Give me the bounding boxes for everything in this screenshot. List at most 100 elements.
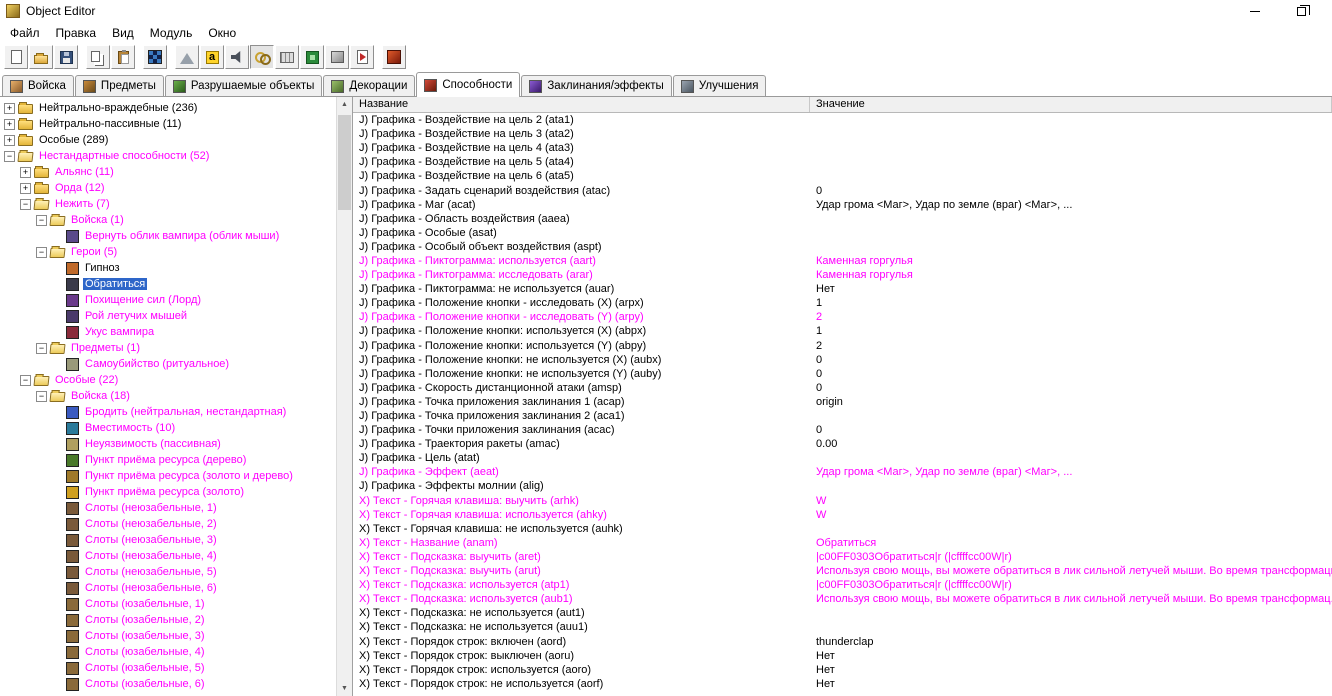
table-row[interactable]: J) Графика - Положение кнопки: используе… <box>353 324 1332 338</box>
expand-toggle[interactable]: + <box>4 134 15 146</box>
tree-item[interactable]: Вернуть облик вампира (облик мыши) <box>0 228 336 244</box>
tree-item[interactable]: Обратиться <box>0 276 336 292</box>
tree-item[interactable]: + Нейтрально-пассивные (11) <box>0 116 336 132</box>
tree-item[interactable]: Пункт приёма ресурса (золото) <box>0 484 336 500</box>
table-row[interactable]: J) Графика - Точка приложения заклинания… <box>353 395 1332 409</box>
table-row[interactable]: X) Текст - Горячая клавиша: не используе… <box>353 522 1332 536</box>
tab-units[interactable]: Войска <box>2 75 74 96</box>
table-row[interactable]: J) Графика - Скорость дистанционной атак… <box>353 381 1332 395</box>
new-map-button[interactable] <box>4 45 28 69</box>
tab-abilities[interactable]: Способности <box>416 72 521 97</box>
menu-module[interactable]: Модуль <box>142 24 201 42</box>
paste-button[interactable] <box>111 45 135 69</box>
table-row[interactable]: J) Графика - Эффект (aeat) Удар грома <Ма… <box>353 465 1332 479</box>
tree-item[interactable]: − Особые (22) <box>0 372 336 388</box>
table-row[interactable]: X) Текст - Горячая клавиша: используется… <box>353 508 1332 522</box>
tree-item[interactable]: Слоты (юзабельные, 3) <box>0 628 336 644</box>
object-editor-button[interactable] <box>250 45 274 69</box>
tree-item[interactable]: − Войска (1) <box>0 212 336 228</box>
expand-toggle[interactable]: + <box>4 118 15 130</box>
copy-button[interactable] <box>86 45 110 69</box>
tab-upgrades[interactable]: Улучшения <box>672 75 767 96</box>
column-header-name[interactable]: Название <box>353 97 810 112</box>
terrain-editor-button[interactable] <box>175 45 199 69</box>
table-row[interactable]: J) Графика - Положение кнопки - исследов… <box>353 310 1332 324</box>
test-map-button[interactable] <box>382 45 406 69</box>
scroll-up-button[interactable]: ▲ <box>337 97 352 112</box>
table-row[interactable]: J) Графика - Особые (asat) <box>353 226 1332 240</box>
table-row[interactable]: X) Текст - Порядок строк: включен (aord)… <box>353 634 1332 648</box>
table-row[interactable]: J) Графика - Воздействие на цель 4 (ata3… <box>353 141 1332 155</box>
tree-item[interactable]: Слоты (неюзабельные, 6) <box>0 580 336 596</box>
table-row[interactable]: J) Графика - Цель (atat) <box>353 451 1332 465</box>
trigger-editor-button[interactable] <box>200 45 224 69</box>
table-row[interactable]: J) Графика - Воздействие на цель 5 (ata4… <box>353 155 1332 169</box>
table-row[interactable]: X) Текст - Горячая клавиша: выучить (arh… <box>353 494 1332 508</box>
table-row[interactable]: X) Текст - Название (anam) Обратиться <box>353 536 1332 550</box>
tree-item[interactable]: − Герои (5) <box>0 244 336 260</box>
tree-item[interactable]: Слоты (неюзабельные, 2) <box>0 516 336 532</box>
table-row[interactable]: X) Текст - Порядок строк: используется (… <box>353 663 1332 677</box>
table-row[interactable]: X) Текст - Подсказка: выучить (arut) Испо… <box>353 564 1332 578</box>
tree-item[interactable]: Похищение сил (Лорд) <box>0 292 336 308</box>
tree-item[interactable]: Слоты (юзабельные, 4) <box>0 644 336 660</box>
table-row[interactable]: J) Графика - Маг (acat) Удар грома <Маг>,… <box>353 198 1332 212</box>
tree-item[interactable]: − Войска (18) <box>0 388 336 404</box>
tree-item[interactable]: Слоты (юзабельные, 2) <box>0 612 336 628</box>
table-row[interactable]: X) Текст - Порядок строк: не используетс… <box>353 677 1332 691</box>
table-row[interactable]: X) Текст - Подсказка: не используется (a… <box>353 606 1332 620</box>
table-row[interactable]: X) Текст - Подсказка: используется (aub1… <box>353 592 1332 606</box>
table-row[interactable]: J) Графика - Пиктограмма: не используетс… <box>353 282 1332 296</box>
table-row[interactable]: J) Графика - Особый объект воздействия (… <box>353 240 1332 254</box>
scroll-track[interactable] <box>337 112 352 681</box>
tree-item[interactable]: Рой летучих мышей <box>0 308 336 324</box>
table-row[interactable]: J) Графика - Пиктограмма: используется (… <box>353 254 1332 268</box>
campaign-editor-button[interactable] <box>275 45 299 69</box>
table-row[interactable]: J) Графика - Пиктограмма: исследовать (a… <box>353 268 1332 282</box>
tree-item[interactable]: Гипноз <box>0 260 336 276</box>
menu-edit[interactable]: Правка <box>48 24 105 42</box>
tree-item[interactable]: Слоты (неюзабельные, 3) <box>0 532 336 548</box>
table-row[interactable]: J) Графика - Воздействие на цель 3 (ata2… <box>353 127 1332 141</box>
tree-item[interactable]: + Орда (12) <box>0 180 336 196</box>
tree-item[interactable]: Бродить (нейтральная, нестандартная) <box>0 404 336 420</box>
tab-destructibles[interactable]: Разрушаемые объекты <box>164 75 323 96</box>
tree-item[interactable]: Пункт приёма ресурса (золото и дерево) <box>0 468 336 484</box>
menu-view[interactable]: Вид <box>104 24 142 42</box>
tree-item[interactable]: Слоты (неюзабельные, 5) <box>0 564 336 580</box>
tree-item[interactable]: Пункт приёма ресурса (дерево) <box>0 452 336 468</box>
tab-doodads[interactable]: Декорации <box>323 75 416 96</box>
import-manager-button[interactable] <box>350 45 374 69</box>
expand-toggle[interactable]: + <box>20 166 31 178</box>
expand-toggle[interactable]: − <box>20 374 31 386</box>
expand-toggle[interactable]: + <box>20 182 31 194</box>
table-row[interactable]: J) Графика - Эффекты молнии (alig) <box>353 479 1332 493</box>
tree-item[interactable]: Слоты (юзабельные, 1) <box>0 596 336 612</box>
table-row[interactable]: J) Графика - Положение кнопки: не исполь… <box>353 367 1332 381</box>
table-row[interactable]: X) Текст - Порядок строк: выключен (aoru… <box>353 649 1332 663</box>
table-row[interactable]: J) Графика - Воздействие на цель 2 (ata1… <box>353 113 1332 127</box>
expand-toggle[interactable]: − <box>36 342 47 354</box>
table-row[interactable]: J) Графика - Положение кнопки: не исполь… <box>353 353 1332 367</box>
expand-toggle[interactable]: − <box>36 246 47 258</box>
tree-item[interactable]: Слоты (юзабельные, 5) <box>0 660 336 676</box>
table-row[interactable]: X) Текст - Подсказка: не используется (a… <box>353 620 1332 634</box>
checkerboard-button[interactable] <box>143 45 167 69</box>
expand-toggle[interactable]: − <box>36 214 47 226</box>
scroll-down-button[interactable]: ▼ <box>337 681 352 696</box>
ai-editor-button[interactable] <box>300 45 324 69</box>
expand-toggle[interactable]: − <box>20 198 31 210</box>
table-row[interactable]: J) Графика - Положение кнопки: используе… <box>353 339 1332 353</box>
save-map-button[interactable] <box>54 45 78 69</box>
table-row[interactable]: J) Графика - Точка приложения заклинания… <box>353 409 1332 423</box>
table-row[interactable]: J) Графика - Область воздействия (aaea) <box>353 212 1332 226</box>
tab-items[interactable]: Предметы <box>74 75 164 96</box>
column-header-value[interactable]: Значение <box>810 97 1332 112</box>
expand-toggle[interactable]: + <box>4 102 15 114</box>
sound-editor-button[interactable] <box>225 45 249 69</box>
table-row[interactable]: X) Текст - Подсказка: выучить (aret) |c00… <box>353 550 1332 564</box>
minimize-button[interactable] <box>1232 0 1278 22</box>
menu-window[interactable]: Окно <box>200 24 244 42</box>
expand-toggle[interactable]: − <box>4 150 15 162</box>
tree-item[interactable]: + Особые (289) <box>0 132 336 148</box>
